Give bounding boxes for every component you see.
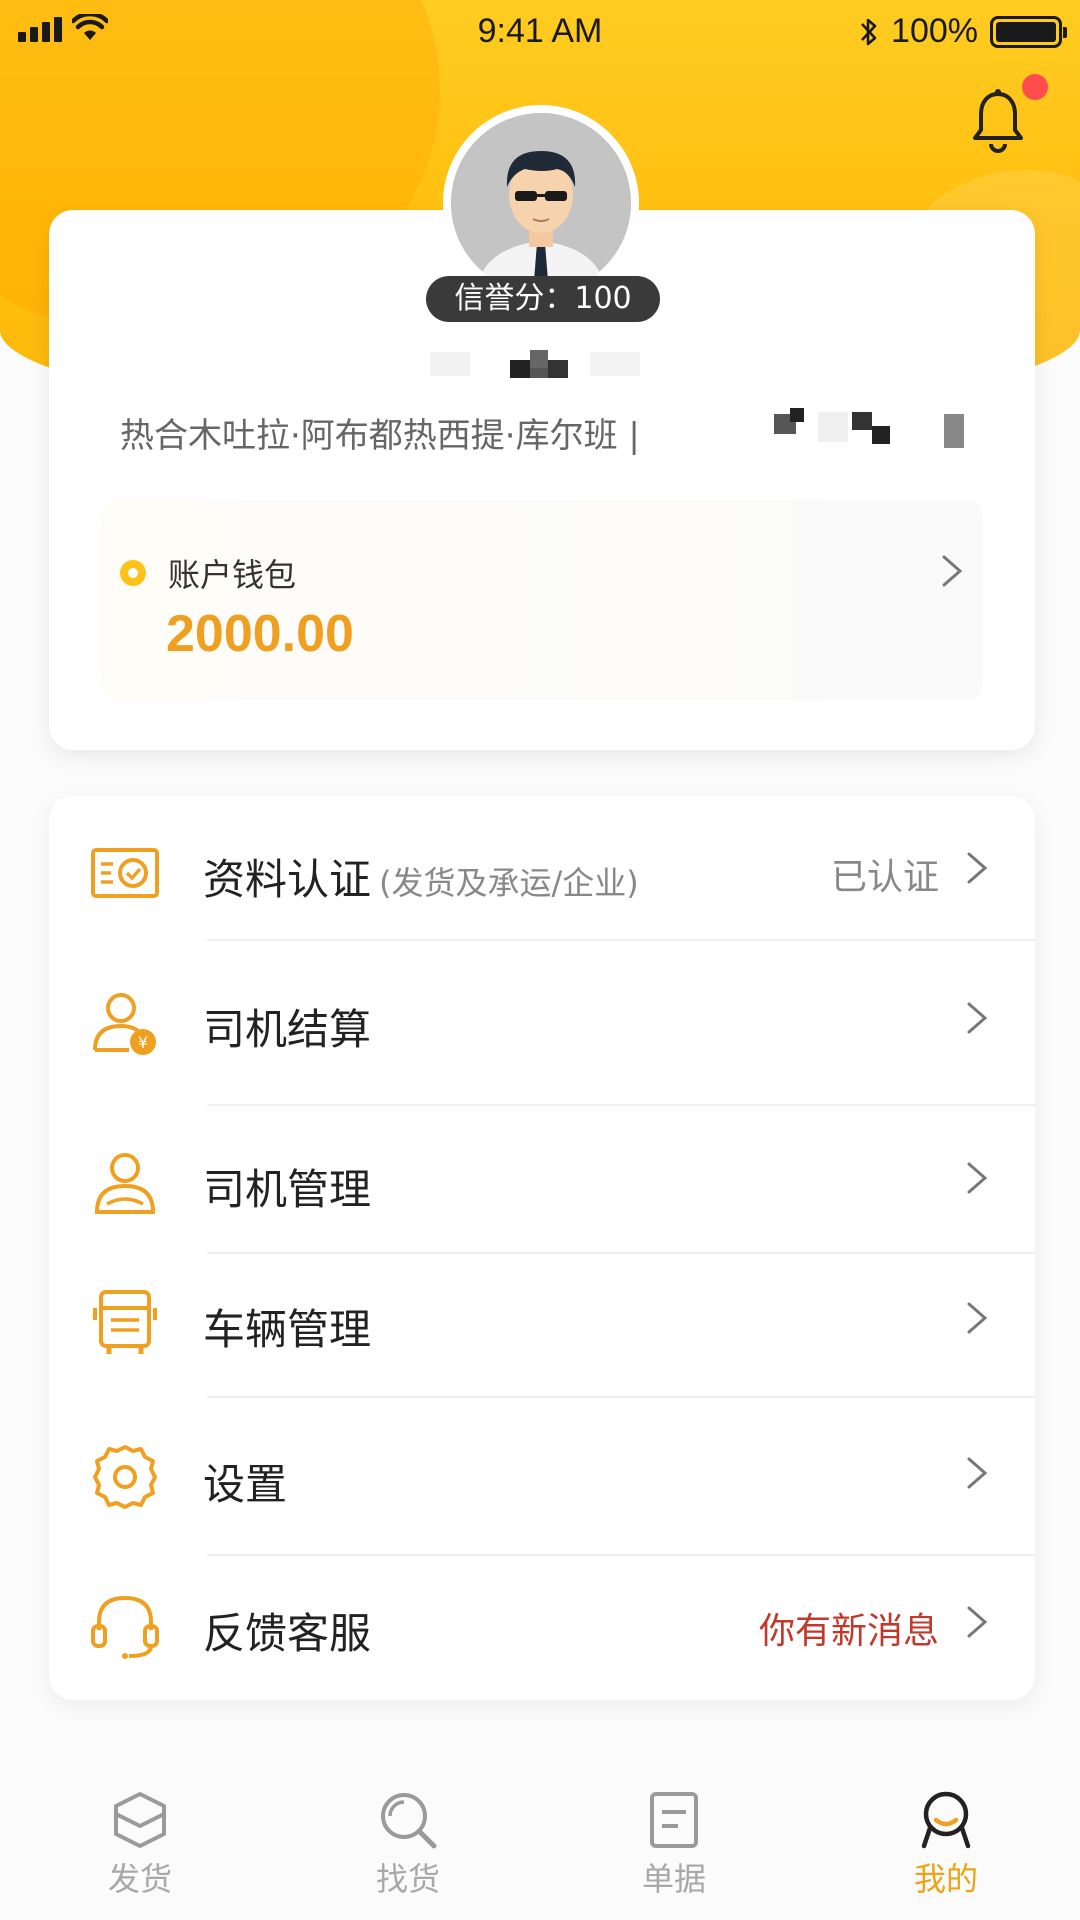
tab-documents[interactable]: 单据 — [594, 1790, 754, 1910]
company-redacted — [760, 408, 980, 454]
search-icon — [381, 1793, 437, 1849]
wallet-label: 账户钱包 — [168, 556, 297, 594]
driver-icon — [94, 1153, 156, 1214]
chevron-right-icon — [967, 1002, 988, 1034]
menu-label: 车辆管理 — [203, 1305, 372, 1354]
menu-label: 反馈客服 — [203, 1609, 372, 1658]
truck-icon — [93, 1290, 157, 1354]
tab-bar: 发货 找货 单据 我的 — [0, 1760, 1080, 1920]
menu-label: 设置 — [203, 1460, 288, 1509]
battery-percentage: 100% — [891, 12, 978, 50]
wallet-section[interactable] — [101, 500, 983, 700]
status-bar: 9:41 AM 100% — [0, 0, 1080, 70]
new-message-status: 你有新消息 — [758, 1611, 939, 1652]
tab-label: 找货 — [375, 1860, 440, 1898]
user-avatar-icon — [451, 113, 631, 293]
chevron-right-icon — [967, 1606, 988, 1638]
company-name: 热合木吐拉·阿布都热西提·库尔班 | — [120, 416, 640, 456]
menu-item-driver-management[interactable]: 司机管理 — [49, 1106, 1035, 1256]
wallet-dot-icon — [120, 560, 146, 586]
bell-icon — [973, 89, 1023, 153]
menu-item-feedback[interactable]: 反馈客服 你有新消息 — [49, 1550, 1035, 1700]
wallet-amount: 2000.00 — [166, 605, 354, 663]
tab-profile[interactable]: 我的 — [866, 1790, 1026, 1910]
credit-label: 信誉分： — [454, 281, 575, 316]
box-icon — [114, 1792, 166, 1848]
tab-label: 我的 — [913, 1860, 978, 1898]
tab-find-goods[interactable]: 找货 — [328, 1790, 488, 1910]
chevron-right-icon — [967, 1457, 988, 1489]
bluetooth-icon — [861, 18, 877, 45]
menu-label: 资料认证 — [203, 855, 372, 904]
menu-label: 司机管理 — [203, 1165, 372, 1214]
menu-item-certification[interactable]: 资料认证 (发货及承运/企业) 已认证 — [49, 796, 1035, 946]
notification-button[interactable] — [970, 74, 1048, 158]
headset-icon — [91, 1595, 159, 1659]
username-redacted — [390, 350, 690, 390]
tab-label: 单据 — [641, 1860, 706, 1898]
gear-icon — [93, 1445, 157, 1509]
menu-item-settings[interactable]: 设置 — [49, 1401, 1035, 1551]
chevron-right-icon — [967, 852, 988, 884]
certificate-icon — [91, 848, 159, 898]
svg-text:¥: ¥ — [138, 1033, 148, 1052]
menu-item-driver-settlement[interactable]: ¥ 司机结算 — [49, 946, 1035, 1096]
menu-card: 资料认证 (发货及承运/企业) 已认证 ¥ 司机结算 司机管理 车辆管理 设置 … — [49, 796, 1035, 1700]
credit-score: 100 — [574, 281, 632, 316]
chevron-right-icon — [967, 1302, 988, 1334]
menu-sublabel: (发货及承运/企业) — [379, 864, 639, 902]
tab-ship[interactable]: 发货 — [60, 1790, 220, 1910]
battery-icon — [990, 15, 1067, 48]
document-icon — [650, 1792, 698, 1848]
driver-settlement-icon: ¥ — [93, 993, 156, 1055]
chevron-right-icon — [942, 555, 963, 587]
tab-label: 发货 — [107, 1860, 172, 1898]
chevron-right-icon — [967, 1162, 988, 1194]
profile-icon — [921, 1791, 971, 1849]
menu-item-vehicle-management[interactable]: 车辆管理 — [49, 1246, 1035, 1396]
avatar[interactable] — [443, 105, 639, 301]
verified-status: 已认证 — [830, 857, 939, 898]
menu-label: 司机结算 — [203, 1005, 372, 1054]
unread-badge — [1022, 74, 1048, 100]
credit-score-badge: 信誉分：100 — [426, 276, 660, 322]
